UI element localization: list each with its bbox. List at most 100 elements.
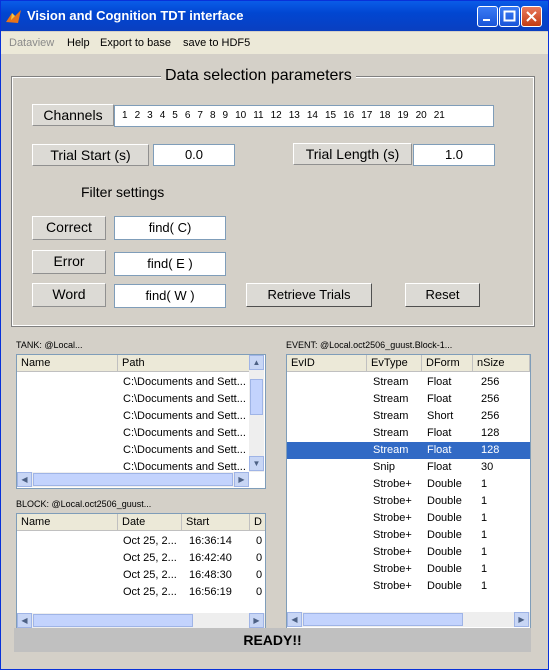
event-col-evtype[interactable]: EvType <box>367 355 422 372</box>
block-col-start[interactable]: Start <box>182 514 250 531</box>
scroll-down-icon[interactable]: ▼ <box>249 456 264 471</box>
close-button[interactable] <box>521 6 542 27</box>
channel-number[interactable]: 19 <box>397 106 408 126</box>
scroll-right-icon[interactable]: ▶ <box>514 612 529 627</box>
event-horizontal-scrollbar[interactable]: ◀ ▶ <box>287 612 530 627</box>
minimize-button[interactable] <box>477 6 498 27</box>
channel-number[interactable]: 17 <box>361 106 372 126</box>
table-row[interactable]: Block-3Oct 25, 2...16:48:300 <box>17 567 265 584</box>
event-form: Float <box>427 461 452 473</box>
event-type: Strobe+ <box>373 563 412 575</box>
channel-number[interactable]: 1 <box>122 106 128 126</box>
event-col-nsize[interactable]: nSize <box>473 355 530 372</box>
event-list[interactable]: EvID EvType DForm nSize ∿∿CrzyStreamFloa… <box>286 354 531 629</box>
title-bar[interactable]: Vision and Cognition TDT interface <box>1 1 548 31</box>
table-row[interactable]: ƒstimStrobe+Double1 <box>287 578 530 595</box>
channel-number[interactable]: 6 <box>185 106 191 126</box>
tank-path: C:\Documents and Sett... <box>123 444 246 456</box>
maximize-button[interactable] <box>499 6 520 27</box>
channel-number[interactable]: 16 <box>343 106 354 126</box>
menu-export-to-base[interactable]: Export to base <box>100 37 171 49</box>
reset-button[interactable]: Reset <box>405 283 480 307</box>
trial-start-label: Trial Start (s) <box>32 144 149 166</box>
table-row[interactable]: nov0406_gu...C:\Documents and Sett... <box>17 391 249 408</box>
word-field[interactable]: find( W ) <box>114 284 226 308</box>
channel-number[interactable]: 13 <box>289 106 300 126</box>
event-label: EVENT: @Local.oct2506_guust.Block-1... <box>286 340 453 350</box>
table-row[interactable]: ƒsaccStrobe+Double1 <box>287 493 530 510</box>
channel-number[interactable]: 10 <box>235 106 246 126</box>
channel-number[interactable]: 8 <box>210 106 216 126</box>
table-row[interactable]: ➔∿∿EnvlStreamFloat128 <box>287 442 530 459</box>
table-row[interactable]: nov0306_gu...C:\Documents and Sett... <box>17 374 249 391</box>
channel-number[interactable]: 21 <box>434 106 445 126</box>
scroll-right-icon[interactable]: ▶ <box>234 472 249 487</box>
channel-number[interactable]: 11 <box>253 106 263 126</box>
event-type: Strobe+ <box>373 580 412 592</box>
table-row[interactable]: ➔Block-1Oct 25, 2...16:36:140 <box>17 533 265 550</box>
channel-number[interactable]: 5 <box>172 106 178 126</box>
table-row[interactable]: ∿∿LFPsStreamFloat128 <box>287 425 530 442</box>
table-row[interactable]: Block-4Oct 25, 2...16:56:190 <box>17 584 265 601</box>
status-bar: READY!! <box>14 628 531 652</box>
tank-col-name[interactable]: Name <box>17 355 118 372</box>
channel-number[interactable]: 14 <box>307 106 318 126</box>
table-row[interactable]: Block-2Oct 25, 2...16:42:400 <box>17 550 265 567</box>
channel-number[interactable]: 4 <box>160 106 166 126</box>
scroll-left-icon[interactable]: ◀ <box>287 612 302 627</box>
channel-number[interactable]: 15 <box>325 106 336 126</box>
channel-number[interactable]: 12 <box>271 106 282 126</box>
event-form: Float <box>427 393 452 405</box>
event-form: Double <box>427 580 462 592</box>
tank-list[interactable]: Name Path nov0306_gu...C:\Documents and … <box>16 354 266 489</box>
error-field[interactable]: find( E ) <box>114 252 226 276</box>
table-row[interactable]: ∿∿EyeTStreamFloat256 <box>287 391 530 408</box>
correct-field[interactable]: find( C) <box>114 216 226 240</box>
event-form: Double <box>427 512 462 524</box>
menu-save-to-hdf5[interactable]: save to HDF5 <box>183 37 250 49</box>
table-row[interactable]: nov0506_gu...C:\Documents and Sett... <box>17 408 249 425</box>
scroll-thumb[interactable] <box>33 473 233 486</box>
table-row[interactable]: ⌇∿SnipSnipFloat30 <box>287 459 530 476</box>
table-row[interactable]: ƒtargStrobe+Double1 <box>287 476 530 493</box>
menu-dataview[interactable]: Dataview <box>9 37 54 49</box>
channel-number[interactable]: 18 <box>379 106 390 126</box>
retrieve-trials-button[interactable]: Retrieve Trials <box>246 283 372 307</box>
channels-list[interactable]: 1 2 3 4 5 6 7 8 9 10 11 12 13 14 15 16 17 18 19 20 21 <box>114 105 494 127</box>
block-start: 16:48:30 <box>189 569 232 581</box>
menu-help[interactable]: Help <box>67 37 90 49</box>
trial-start-field[interactable]: 0.0 <box>153 144 235 166</box>
trial-length-field[interactable]: 1.0 <box>413 144 495 166</box>
channel-number[interactable]: 9 <box>223 106 229 126</box>
table-row[interactable]: ƒtrilStrobe+Double1 <box>287 561 530 578</box>
block-list[interactable]: Name Date Start D ➔Block-1Oct 25, 2...16… <box>16 513 266 630</box>
table-row[interactable]: ∿∿PDecStreamShort256 <box>287 408 530 425</box>
table-row[interactable]: oct2006_guustC:\Documents and Sett... <box>17 425 249 442</box>
table-row[interactable]: ƒwordStrobe+Double1 <box>287 544 530 561</box>
scroll-up-icon[interactable]: ▲ <box>249 355 264 370</box>
table-row[interactable]: oct2406_guustC:\Documents and Sett... <box>17 442 249 459</box>
event-col-evid[interactable]: EvID <box>287 355 367 372</box>
scroll-left-icon[interactable]: ◀ <box>17 613 32 628</box>
scroll-right-icon[interactable]: ▶ <box>249 613 264 628</box>
scroll-thumb[interactable] <box>250 379 263 415</box>
scroll-thumb[interactable] <box>33 614 193 627</box>
tank-col-path[interactable]: Path <box>118 355 250 372</box>
block-horizontal-scrollbar[interactable]: ◀ ▶ <box>17 613 265 628</box>
table-row[interactable]: ƒcorrStrobe+Double1 <box>287 510 530 527</box>
table-row[interactable]: ƒrewdStrobe+Double1 <box>287 527 530 544</box>
event-col-dform[interactable]: DForm <box>422 355 473 372</box>
scroll-left-icon[interactable]: ◀ <box>17 472 32 487</box>
channel-number[interactable]: 2 <box>135 106 141 126</box>
channel-number[interactable]: 3 <box>147 106 153 126</box>
block-date: Oct 25, 2... <box>123 586 177 598</box>
block-col-date[interactable]: Date <box>118 514 182 531</box>
scroll-thumb[interactable] <box>303 613 463 626</box>
tank-horizontal-scrollbar[interactable]: ◀ ▶ <box>17 472 249 487</box>
table-row[interactable]: ∿∿CrzyStreamFloat256 <box>287 374 530 391</box>
channel-number[interactable]: 20 <box>416 106 427 126</box>
block-col-d[interactable]: D <box>250 514 265 531</box>
tank-vertical-scrollbar[interactable]: ▲ ▼ <box>249 355 264 472</box>
channel-number[interactable]: 7 <box>197 106 203 126</box>
block-col-name[interactable]: Name <box>17 514 118 531</box>
